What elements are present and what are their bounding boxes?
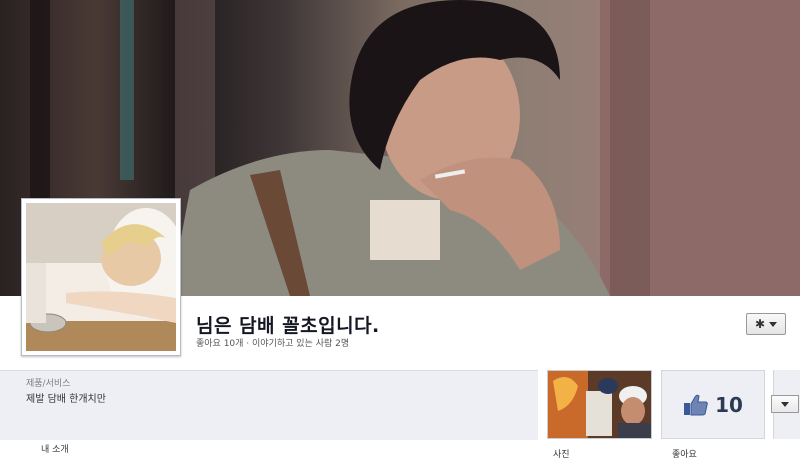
chevron-down-icon [781,401,789,407]
gear-icon: ✱ [754,317,766,331]
thumbs-up-icon [684,394,708,415]
tab-photos[interactable]: 사진 [553,447,570,460]
photos-tile[interactable] [547,370,652,439]
likes-tile[interactable]: 10 [661,370,765,439]
tab-about[interactable]: 내 소개 [41,442,69,455]
about-panel[interactable] [0,370,538,440]
photos-tile-image [548,371,651,438]
more-apps-button[interactable] [771,395,799,413]
about-description: 제발 담배 한개치만 [26,394,106,405]
profile-picture[interactable] [21,198,181,356]
page-settings-button[interactable]: ✱ [746,313,786,335]
like-count: 10 [715,392,743,417]
page-stats: 좋아요 10개 · 이야기하고 있는 사람 2명 [196,339,350,349]
page-title: 님은 담배 꼴초입니다. [196,315,380,337]
tab-likes[interactable]: 좋아요 [672,447,697,460]
profile-picture-image [26,203,176,351]
about-category: 제품/서비스 [26,379,71,389]
chevron-down-icon [769,321,778,327]
